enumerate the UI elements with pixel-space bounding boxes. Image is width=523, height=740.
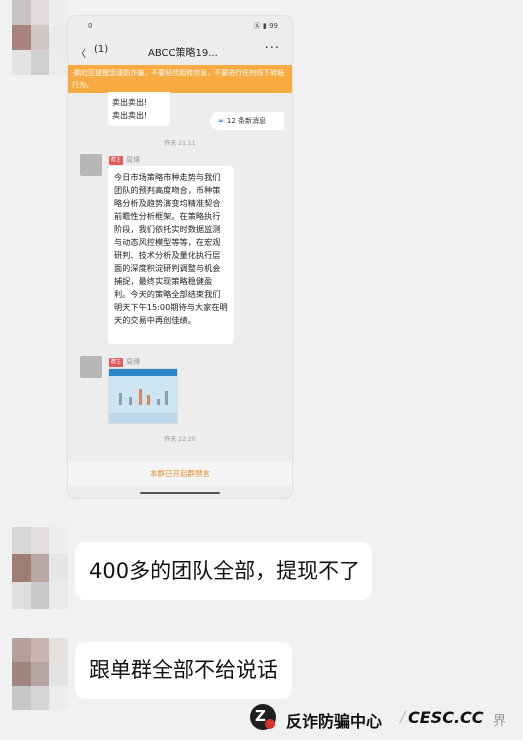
- chat-message: 400多的团队全部，提现不了: [75, 542, 372, 600]
- message-line: 卖出卖出!: [112, 98, 148, 107]
- sender-name: 周博: [126, 358, 140, 366]
- unread-count: (1): [94, 44, 109, 55]
- message-bubble: 今日市场策略市种走势与我们团队的预判高度吻合，币种策略分析及趋势演变均精准契合前…: [108, 166, 234, 344]
- watermark-site: CESC.CC: [408, 708, 484, 727]
- sender-avatar[interactable]: [80, 154, 102, 176]
- watermark-separator: /: [400, 708, 406, 726]
- group-muted-notice: 本群已开启群禁言: [68, 462, 292, 486]
- home-indicator: [140, 492, 220, 494]
- fraud-center-logo-icon: Z: [250, 704, 276, 730]
- new-messages-label: 12 条新消息: [226, 117, 267, 125]
- chat-header: 〈 (1) ABCC策略19... ···: [68, 38, 292, 64]
- timestamp: 昨天 22:20: [164, 436, 196, 443]
- watermark-tail: 界: [493, 714, 507, 729]
- avatar-blurred: [12, 527, 68, 609]
- sender-name: 周博: [126, 156, 140, 164]
- group-title: ABCC策略19...: [148, 48, 218, 59]
- status-icons: Ⓐ ▮ 99: [253, 22, 278, 30]
- new-messages-button[interactable]: ≈12 条新消息: [210, 112, 284, 130]
- owner-badge: 群主: [109, 358, 124, 367]
- fraud-warning-banner: ·鹏社区提醒您谨防诈骗，不要轻信陌转信息，不要进行任何线下转账行为。: [68, 65, 292, 93]
- phone-screenshot: 0 Ⓐ ▮ 99 〈 (1) ABCC策略19... ··· ·鹏社区提醒您谨防…: [68, 16, 292, 498]
- avatar-blurred: [12, 0, 68, 75]
- sender-avatar[interactable]: [80, 356, 102, 378]
- watermark-name: 反诈防骗中心: [286, 712, 383, 731]
- message-bubble: 卖出卖出! 卖出卖出!: [108, 92, 170, 126]
- more-icon[interactable]: ···: [265, 41, 280, 56]
- owner-badge: 群主: [109, 156, 124, 165]
- message-line: 卖出卖出!: [112, 111, 148, 120]
- image-message-thumbnail[interactable]: [108, 368, 178, 424]
- status-time: 0: [88, 22, 93, 30]
- back-icon[interactable]: 〈: [76, 45, 86, 60]
- timestamp: 昨天 21:11: [164, 140, 196, 147]
- status-bar: 0 Ⓐ ▮ 99: [68, 16, 292, 36]
- double-up-arrow-icon: ≈: [218, 117, 224, 125]
- chat-message: 跟单群全部不给说话: [75, 642, 292, 699]
- avatar-blurred: [12, 638, 68, 710]
